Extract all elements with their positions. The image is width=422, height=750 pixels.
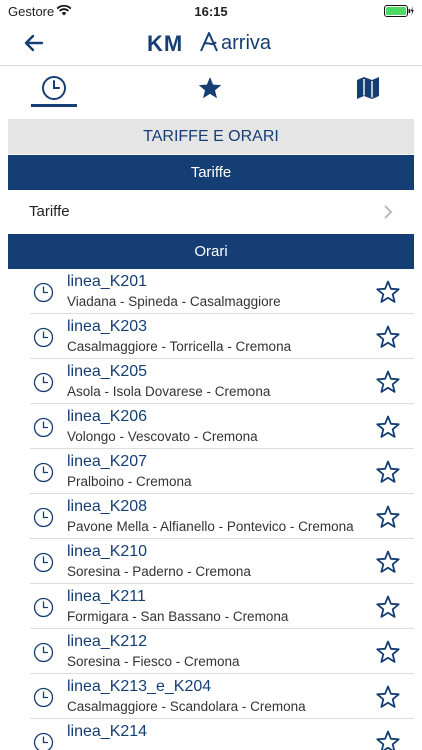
clock-icon bbox=[42, 76, 66, 100]
line-route: Casalmaggiore - Scandolara - Cremona bbox=[67, 699, 306, 714]
line-code: linea_K207 bbox=[67, 453, 148, 470]
chevron-right-icon bbox=[384, 205, 393, 219]
favorite-star-icon[interactable] bbox=[375, 459, 401, 485]
favorite-star-icon[interactable] bbox=[375, 729, 401, 750]
clock-icon bbox=[33, 372, 54, 393]
clock-icon bbox=[33, 282, 54, 303]
favorite-star-icon[interactable] bbox=[375, 279, 401, 305]
tab-orari[interactable] bbox=[24, 67, 84, 115]
clock-icon bbox=[33, 462, 54, 483]
active-tab-indicator bbox=[31, 104, 77, 107]
favorite-star-icon[interactable] bbox=[375, 684, 401, 710]
line-code: linea_K201 bbox=[67, 273, 148, 290]
line-row[interactable]: linea_K211 Formigara - San Bassano - Crem… bbox=[0, 584, 422, 629]
star-icon bbox=[198, 77, 222, 99]
line-row[interactable]: linea_K210 Soresina - Paderno - Cremona bbox=[0, 539, 422, 584]
line-row[interactable]: linea_K206 Volongo - Vescovato - Cremona bbox=[0, 404, 422, 449]
line-route: Asola - Isola Dovarese - Cremona bbox=[67, 384, 271, 399]
tab-mappa[interactable] bbox=[338, 67, 398, 115]
line-code: linea_K210 bbox=[67, 543, 148, 560]
line-route: Pavone Mella - Alfianello - Pontevico - … bbox=[67, 519, 354, 534]
line-route: Viadana - Spineda - Casalmaggiore bbox=[67, 294, 281, 309]
line-route: Formigara - San Bassano - Cremona bbox=[67, 609, 289, 624]
tariffe-section-header: Tariffe bbox=[8, 155, 414, 190]
tariffe-row[interactable]: Tariffe bbox=[8, 190, 414, 234]
line-route: Casalmaggiore - Torricella - Cremona bbox=[67, 339, 292, 354]
tab-bar bbox=[0, 67, 422, 117]
back-arrow-icon[interactable] bbox=[22, 32, 46, 54]
line-row[interactable]: linea_K208 Pavone Mella - Alfianello - Po… bbox=[0, 494, 422, 539]
clock-icon bbox=[33, 327, 54, 348]
km-logo: KM bbox=[147, 31, 184, 56]
line-code: linea_K214 bbox=[67, 723, 148, 740]
line-code: linea_K212 bbox=[67, 633, 148, 650]
line-code: linea_K203 bbox=[67, 318, 148, 335]
favorite-star-icon[interactable] bbox=[375, 504, 401, 530]
clock-icon bbox=[33, 732, 54, 750]
battery-icon bbox=[384, 5, 414, 17]
clock-icon bbox=[33, 417, 54, 438]
line-route: Soresina - Fiesco - Cremona bbox=[67, 654, 240, 669]
line-row[interactable]: linea_K214 bbox=[0, 719, 422, 750]
tariffe-label: Tariffe bbox=[29, 203, 70, 220]
line-row[interactable]: linea_K213_e_K204 Casalmaggiore - Scandol… bbox=[0, 674, 422, 719]
line-route: Pralboino - Cremona bbox=[67, 474, 192, 489]
favorite-star-icon[interactable] bbox=[375, 324, 401, 350]
favorite-star-icon[interactable] bbox=[375, 549, 401, 575]
arriva-logo-icon bbox=[200, 32, 218, 52]
line-code: linea_K206 bbox=[67, 408, 148, 425]
orari-section-header: Orari bbox=[8, 234, 414, 269]
status-bar: Gestore 16:15 bbox=[0, 0, 422, 22]
navigation-bar: KM arriva bbox=[0, 22, 422, 66]
favorite-star-icon[interactable] bbox=[375, 414, 401, 440]
line-code: linea_K211 bbox=[67, 588, 146, 605]
favorite-star-icon[interactable] bbox=[375, 639, 401, 665]
clock-icon bbox=[33, 597, 54, 618]
line-code: linea_K213_e_K204 bbox=[67, 678, 212, 695]
line-route: Volongo - Vescovato - Cremona bbox=[67, 429, 258, 444]
clock-icon bbox=[33, 507, 54, 528]
tab-preferiti[interactable] bbox=[180, 67, 240, 115]
line-row[interactable]: linea_K201 Viadana - Spineda - Casalmaggi… bbox=[0, 269, 422, 314]
arriva-logo-text: arriva bbox=[221, 32, 272, 54]
page-title: TARIFFE E ORARI bbox=[8, 119, 414, 154]
line-row[interactable]: linea_K205 Asola - Isola Dovarese - Cremo… bbox=[0, 359, 422, 404]
line-code: linea_K208 bbox=[67, 498, 148, 515]
clock-icon bbox=[33, 642, 54, 663]
clock-icon bbox=[33, 552, 54, 573]
favorite-star-icon[interactable] bbox=[375, 594, 401, 620]
line-row[interactable]: linea_K207 Pralboino - Cremona bbox=[0, 449, 422, 494]
line-code: linea_K205 bbox=[67, 363, 148, 380]
line-row[interactable]: linea_K212 Soresina - Fiesco - Cremona bbox=[0, 629, 422, 674]
line-row[interactable]: linea_K203 Casalmaggiore - Torricella - C… bbox=[0, 314, 422, 359]
line-route: Soresina - Paderno - Cremona bbox=[67, 564, 251, 579]
clock-time: 16:15 bbox=[194, 4, 228, 19]
favorite-star-icon[interactable] bbox=[375, 369, 401, 395]
map-icon bbox=[357, 77, 379, 99]
clock-icon bbox=[33, 687, 54, 708]
